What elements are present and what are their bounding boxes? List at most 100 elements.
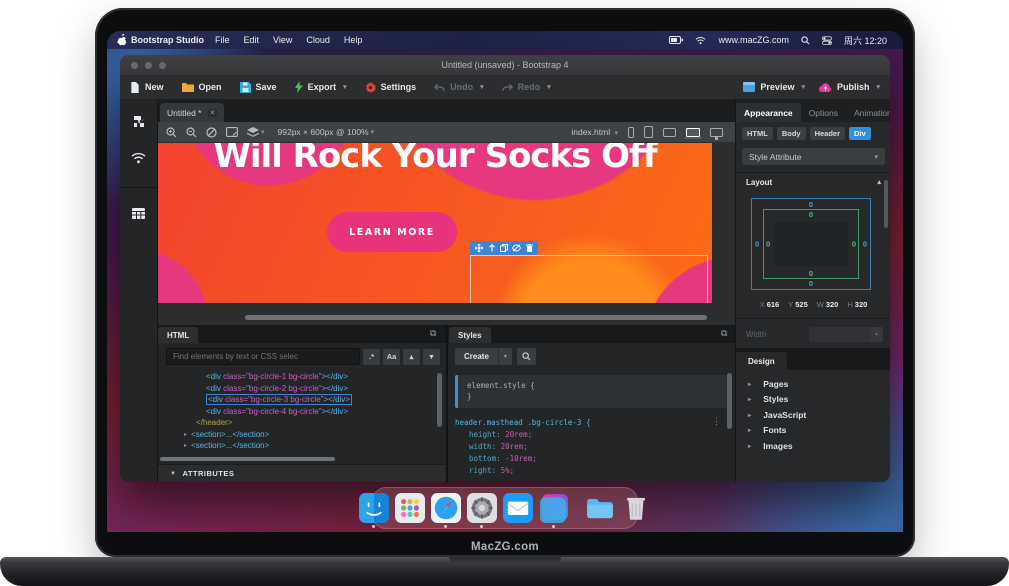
design-item-pages[interactable]: Pages bbox=[748, 376, 806, 392]
design-item-images[interactable]: Images bbox=[748, 438, 806, 454]
breadcrumb-header[interactable]: Header bbox=[810, 127, 845, 140]
tree-row-section-2[interactable]: <section>...</section> bbox=[158, 440, 438, 452]
duplicate-icon[interactable] bbox=[500, 244, 508, 252]
menu-cloud[interactable]: Cloud bbox=[306, 35, 330, 45]
tree-row-header-close[interactable]: </header> bbox=[158, 417, 438, 429]
library-grid-icon[interactable] bbox=[132, 206, 145, 224]
expand-arrow-icon[interactable] bbox=[748, 380, 751, 388]
battery-icon[interactable] bbox=[669, 36, 683, 44]
match-case-button[interactable]: Aa bbox=[383, 349, 400, 365]
width-input[interactable] bbox=[809, 327, 883, 342]
margin-top-value[interactable]: 0 bbox=[809, 200, 813, 209]
rule-menu-kebab-icon[interactable] bbox=[712, 417, 721, 427]
width-property-row[interactable]: Width bbox=[746, 326, 883, 342]
apple-icon[interactable] bbox=[117, 34, 127, 46]
device-tablet-icon[interactable] bbox=[644, 126, 653, 138]
trash-icon[interactable] bbox=[621, 493, 651, 523]
regex-toggle-button[interactable]: .* bbox=[363, 349, 380, 365]
finder-icon[interactable] bbox=[359, 493, 389, 523]
padding-right-value[interactable]: 0 bbox=[852, 240, 856, 249]
layers-icon[interactable] bbox=[247, 127, 265, 138]
attributes-section-header[interactable]: ATTRIBUTES bbox=[158, 464, 446, 482]
move-up-icon[interactable] bbox=[488, 244, 496, 252]
tree-vertical-scrollbar[interactable] bbox=[437, 373, 442, 427]
menu-view[interactable]: View bbox=[273, 35, 292, 45]
selected-element-outline[interactable] bbox=[470, 255, 708, 303]
undo-dropdown-caret[interactable] bbox=[480, 83, 484, 91]
tree-row-section-1[interactable]: <section>...</section> bbox=[158, 429, 438, 441]
resize-frame-icon[interactable] bbox=[226, 127, 238, 137]
style-attribute-select[interactable]: Style Attribute bbox=[742, 148, 885, 165]
disable-overlay-icon[interactable] bbox=[206, 127, 217, 138]
design-canvas[interactable]: Will Rock Your Socks Off LEARN MORE bbox=[158, 143, 712, 303]
find-previous-button[interactable] bbox=[403, 349, 420, 365]
create-style-button[interactable]: Create bbox=[455, 348, 498, 365]
tree-row-bg-circle-1[interactable]: <div class="bg-circle-1 bg-circle"></div… bbox=[158, 371, 438, 383]
tree-row-bg-circle-4[interactable]: <div class="bg-circle-4 bg-circle"></div… bbox=[158, 406, 438, 418]
css-rule-block[interactable]: header.masthead .bg-circle-3 { height: 2… bbox=[455, 417, 727, 477]
redo-button[interactable]: Redo bbox=[502, 82, 551, 92]
breadcrumb-div[interactable]: Div bbox=[849, 127, 871, 140]
breadcrumb-html[interactable]: HTML bbox=[742, 127, 773, 140]
system-preferences-icon[interactable] bbox=[467, 493, 497, 523]
active-file-selector[interactable]: index.html bbox=[571, 127, 618, 137]
learn-more-button[interactable]: LEARN MORE bbox=[327, 212, 457, 252]
publish-dropdown-caret[interactable] bbox=[876, 83, 880, 91]
box-model-margin[interactable]: 0 0 0 0 0 0 0 0 bbox=[751, 198, 871, 290]
menu-edit[interactable]: Edit bbox=[244, 35, 260, 45]
styles-panel-tab[interactable]: Styles bbox=[449, 327, 491, 343]
mail-icon[interactable] bbox=[503, 493, 533, 523]
tree-row-bg-circle-2[interactable]: <div class="bg-circle-2 bg-circle"></div… bbox=[158, 383, 438, 395]
device-laptop-icon[interactable] bbox=[686, 128, 700, 137]
settings-button[interactable]: Settings bbox=[365, 82, 417, 93]
wifi-icon[interactable] bbox=[695, 36, 706, 45]
design-item-fonts[interactable]: Fonts bbox=[748, 423, 806, 439]
css-prop-bottom[interactable]: bottom: -10rem; bbox=[455, 453, 727, 465]
move-icon[interactable] bbox=[475, 244, 483, 252]
design-item-styles[interactable]: Styles bbox=[748, 392, 806, 408]
styles-vertical-scrollbar[interactable] bbox=[727, 373, 732, 429]
html-panel-tab[interactable]: HTML bbox=[158, 327, 198, 343]
layers-dropdown-caret[interactable] bbox=[261, 128, 265, 136]
folder-icon[interactable] bbox=[585, 493, 615, 523]
publish-button[interactable]: Publish bbox=[819, 82, 880, 92]
components-puzzle-icon[interactable] bbox=[132, 114, 146, 133]
css-prop-height[interactable]: height: 20rem; bbox=[455, 429, 727, 441]
device-tablet-landscape-icon[interactable] bbox=[663, 128, 676, 137]
document-tab-untitled[interactable]: Untitled * bbox=[160, 103, 224, 122]
expand-arrow-icon[interactable] bbox=[748, 395, 751, 403]
zoom-in-icon[interactable] bbox=[166, 127, 177, 138]
box-model-padding[interactable]: 0 0 0 0 bbox=[763, 209, 859, 279]
breadcrumb-body[interactable]: Body bbox=[777, 127, 806, 140]
margin-left-value[interactable]: 0 bbox=[755, 240, 759, 249]
layout-collapse-caret[interactable] bbox=[877, 178, 881, 187]
undo-button[interactable]: Undo bbox=[434, 82, 484, 92]
design-item-javascript[interactable]: JavaScript bbox=[748, 407, 806, 423]
online-components-wifi-icon[interactable] bbox=[131, 151, 146, 169]
create-dropdown-caret[interactable] bbox=[498, 348, 512, 365]
zoom-out-icon[interactable] bbox=[186, 127, 197, 138]
padding-left-value[interactable]: 0 bbox=[766, 240, 770, 249]
open-button[interactable]: Open bbox=[182, 82, 222, 92]
control-center-icon[interactable] bbox=[822, 36, 832, 45]
search-icon[interactable] bbox=[801, 36, 810, 45]
preview-dropdown-caret[interactable] bbox=[801, 83, 805, 91]
find-next-button[interactable] bbox=[423, 349, 440, 365]
redo-dropdown-caret[interactable] bbox=[547, 83, 551, 91]
padding-bottom-value[interactable]: 0 bbox=[809, 269, 813, 278]
save-button[interactable]: Save bbox=[240, 82, 277, 93]
preview-button[interactable]: Preview bbox=[743, 82, 805, 92]
canvas-horizontal-scrollbar[interactable] bbox=[245, 315, 707, 320]
tab-animation[interactable]: Animation bbox=[846, 103, 890, 122]
find-elements-input[interactable] bbox=[166, 348, 360, 365]
css-rule-selector[interactable]: header.masthead .bg-circle-3 { bbox=[455, 417, 727, 429]
inspector-scrollbar[interactable] bbox=[884, 180, 888, 228]
box-model-content[interactable] bbox=[774, 222, 848, 266]
layout-section-header[interactable]: Layout bbox=[746, 178, 881, 187]
html-panel-popout-icon[interactable] bbox=[430, 328, 436, 339]
width-stepper-icon[interactable] bbox=[870, 327, 883, 342]
export-dropdown-caret[interactable] bbox=[343, 83, 347, 91]
margin-right-value[interactable]: 0 bbox=[863, 240, 867, 249]
bootstrap-studio-icon[interactable] bbox=[539, 493, 569, 523]
new-button[interactable]: New bbox=[130, 82, 164, 93]
